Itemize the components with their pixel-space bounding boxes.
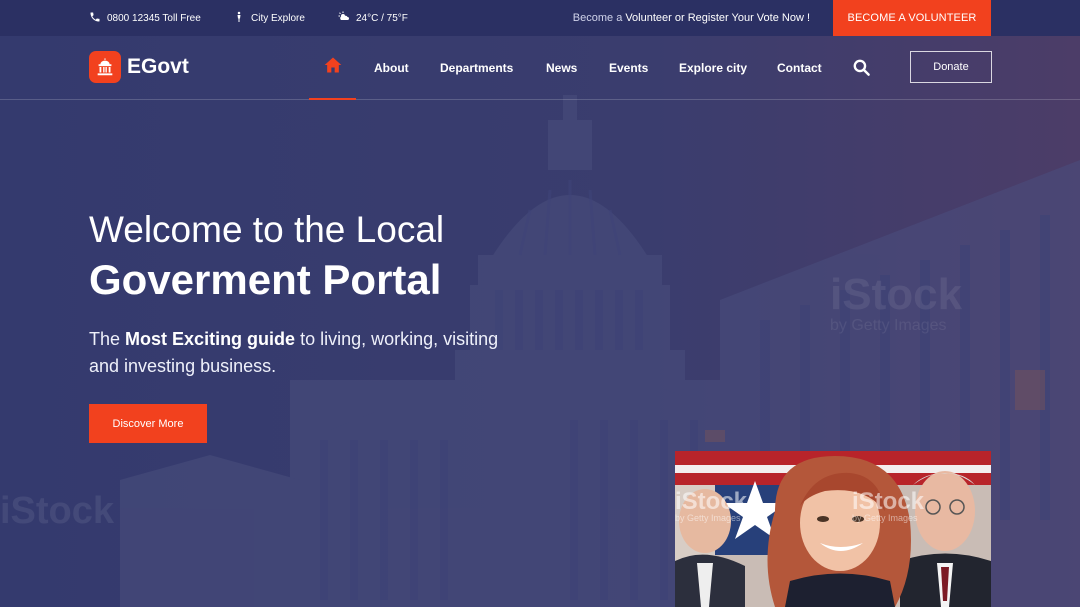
hero-sub-bold: Most Exciting guide xyxy=(125,329,296,349)
watermark: iStock by Getty Images xyxy=(675,488,747,523)
discover-more-button[interactable]: Discover More xyxy=(89,404,207,443)
hero-content: Welcome to the Local Goverment Portal Th… xyxy=(89,208,529,380)
main-navigation: EGovt About Departments News Events Expl… xyxy=(0,36,1080,100)
watermark-brand: iStock xyxy=(830,270,963,319)
volunteer-prompt: Become a Volunteer or Register Your Vote… xyxy=(573,0,813,36)
phone-text: 0800 12345 Toll Free xyxy=(107,12,201,24)
nav-news[interactable]: News xyxy=(546,36,577,100)
watermark-credit: by Getty Images xyxy=(852,513,918,523)
hero-sub-prefix: The xyxy=(89,329,121,349)
phone-icon xyxy=(89,11,101,26)
weather-text: 24°C / 75°F xyxy=(356,12,408,24)
search-icon[interactable] xyxy=(852,58,871,77)
city-text: City Explore xyxy=(251,12,305,24)
person-icon xyxy=(233,11,245,26)
hero-photo xyxy=(675,451,991,607)
watermark-credit: by Getty Images xyxy=(675,513,741,523)
watermark-brand: iStock xyxy=(675,488,748,515)
watermark: iStock by Getty Images xyxy=(852,488,924,523)
capitol-icon xyxy=(89,51,121,83)
weather-info: 24°C / 75°F xyxy=(338,0,408,36)
nav-explore-city[interactable]: Explore city xyxy=(679,36,747,100)
hero-subtitle: The Most Exciting guide to living, worki… xyxy=(89,326,529,380)
nav-about[interactable]: About xyxy=(374,36,409,100)
watermark-brand: iStock xyxy=(0,490,115,532)
home-icon xyxy=(323,55,343,80)
weather-icon xyxy=(338,11,350,26)
city-info[interactable]: City Explore xyxy=(233,0,305,36)
hero-title-line2: Goverment Portal xyxy=(89,256,442,303)
nav-home[interactable] xyxy=(309,36,356,100)
nav-departments[interactable]: Departments xyxy=(440,36,513,100)
donate-button[interactable]: Donate xyxy=(910,51,992,83)
watermark: iStock xyxy=(0,490,114,533)
logo-text: EGovt xyxy=(127,55,189,78)
watermark-brand: iStock xyxy=(852,488,925,515)
site-logo[interactable]: EGovt xyxy=(89,51,189,83)
hero-title-line1: Welcome to the Local xyxy=(89,209,445,250)
become-volunteer-button[interactable]: BECOME A VOLUNTEER xyxy=(833,0,991,36)
nav-contact[interactable]: Contact xyxy=(777,36,822,100)
watermark: iStock by Getty Images xyxy=(830,270,962,335)
volunteer-bold[interactable]: Volunteer or Register Your Vote Now ! xyxy=(625,12,810,24)
phone-info: 0800 12345 Toll Free xyxy=(89,0,201,36)
volunteer-prefix: Become a xyxy=(572,12,623,24)
top-bar: 0800 12345 Toll Free City Explore 24°C /… xyxy=(0,0,1080,36)
watermark-credit: by Getty Images xyxy=(830,317,947,334)
nav-events[interactable]: Events xyxy=(609,36,648,100)
